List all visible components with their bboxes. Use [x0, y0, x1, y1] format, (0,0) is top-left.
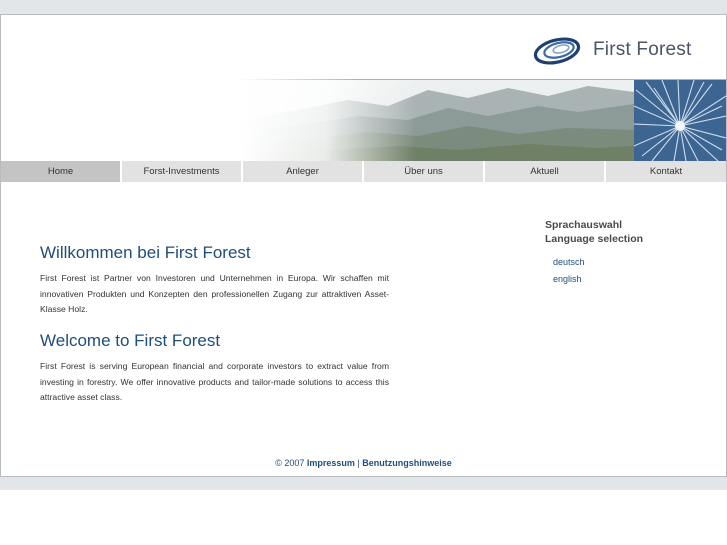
header-pine-photo	[634, 80, 726, 161]
footer-copyright: © 2007	[275, 458, 305, 468]
nav-item-aktuell[interactable]: Aktuell	[485, 161, 606, 182]
welcome-text-de: First Forest ist Partner von Investoren …	[40, 273, 389, 314]
welcome-title-de: Willkommen bei First Forest	[40, 243, 251, 262]
nav-item-home[interactable]: Home	[1, 161, 122, 182]
nav-item-forst-investments[interactable]: Forst-Investments	[122, 161, 243, 182]
language-heading-de: Sprachauswahl	[545, 219, 623, 231]
header-banner-image	[238, 80, 634, 161]
nav-item-ueber-uns[interactable]: Über uns	[364, 161, 485, 182]
language-link-deutsch[interactable]: deutsch	[553, 257, 585, 267]
footer-terms-link[interactable]: Benutzungshinweise	[362, 458, 452, 468]
nav-item-kontakt[interactable]: Kontakt	[606, 161, 726, 182]
welcome-text-en: First Forest is serving European financi…	[40, 361, 389, 402]
top-strip	[0, 0, 727, 15]
logo-swirl-icon	[533, 37, 581, 65]
language-heading-en: Language selection	[545, 233, 644, 245]
nav-item-anleger[interactable]: Anleger	[243, 161, 364, 182]
logo[interactable]: First Forest	[533, 33, 693, 67]
welcome-title-en: Welcome to First Forest	[40, 331, 221, 350]
footer-impressum-link[interactable]: Impressum	[307, 458, 355, 468]
main-nav: Home Forst-Investments Anleger Über uns …	[1, 161, 726, 182]
footer: © 2007 Impressum | Benutzungshinweise	[0, 458, 727, 468]
language-heading: Sprachauswahl Language selection	[545, 218, 643, 246]
language-link-english[interactable]: english	[553, 274, 582, 284]
footer-separator: |	[357, 458, 360, 468]
bottom-strip	[0, 477, 727, 490]
brand-name: First Forest	[593, 39, 692, 60]
